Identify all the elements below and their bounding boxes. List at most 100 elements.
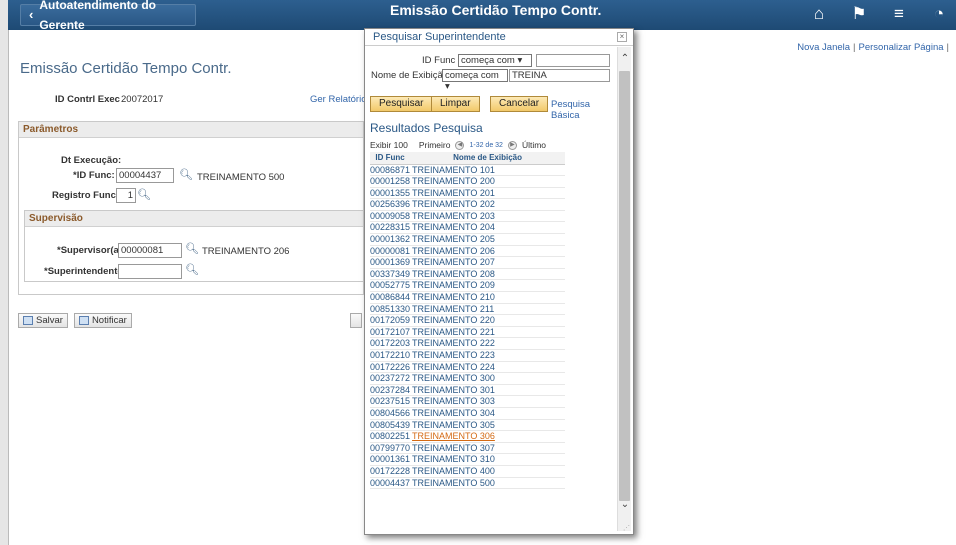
list-button[interactable] [350,313,362,328]
table-row[interactable]: 00802251 TREINAMENTO 306 [370,430,565,443]
table-row[interactable]: 00000081 TREINAMENTO 206 [370,245,565,258]
resize-grip-icon[interactable]: ⋰ [623,524,630,532]
personalize-link[interactable]: Personalizar Página [859,42,944,53]
row-name-cell[interactable]: TREINAMENTO 209 [410,279,565,293]
row-name-cell[interactable]: TREINAMENTO 305 [410,419,565,432]
row-id-cell[interactable]: 00000081 [370,245,411,258]
col-id-header[interactable]: ID Func [370,152,411,165]
table-row[interactable]: 00001258 TREINAMENTO 200 [370,175,565,188]
row-id-cell[interactable]: 00256396 [370,198,411,211]
id-func-operator-select[interactable]: começa com ▾ [458,54,532,67]
row-id-cell[interactable]: 00337349 [370,268,411,281]
row-id-cell[interactable]: 00086871 [370,164,411,177]
row-id-cell[interactable]: 00172107 [370,326,411,339]
row-name-cell[interactable]: TREINAMENTO 310 [410,453,565,466]
row-name-cell[interactable]: TREINAMENTO 307 [410,442,565,455]
table-row[interactable]: 00001369 TREINAMENTO 207 [370,256,565,269]
table-row[interactable]: 00851330 TREINAMENTO 211 [370,303,565,316]
table-row[interactable]: 00172210 TREINAMENTO 223 [370,349,565,362]
row-name-cell[interactable]: TREINAMENTO 204 [410,221,565,235]
row-id-cell[interactable]: 00802251 [370,430,411,443]
search-icon[interactable]: 🔍︎ [179,168,193,181]
row-name-cell[interactable]: TREINAMENTO 202 [410,198,565,211]
show-all-link[interactable]: Exibir 100 [370,140,408,150]
table-row[interactable]: 00799770 TREINAMENTO 307 [370,442,565,455]
row-name-cell[interactable]: TREINAMENTO 203 [410,210,565,223]
prev-icon[interactable]: ◀ [455,140,465,150]
flag-icon[interactable]: ⚑ [848,4,870,24]
scrollbar[interactable]: ⌃ ⌄ [617,47,631,531]
row-id-cell[interactable]: 00172059 [370,314,411,327]
id-func-input[interactable]: 00004437 [116,168,174,183]
table-row[interactable]: 00172226 TREINAMENTO 224 [370,361,565,374]
name-operator-select[interactable]: começa com ▾ [442,69,508,92]
table-row[interactable]: 00237272 TREINAMENTO 300 [370,372,565,385]
basic-search-link[interactable]: Pesquisa Básica [551,99,615,121]
modal-name-input[interactable]: TREINA [509,69,610,82]
first-link[interactable]: Primeiro [419,140,451,150]
search-icon[interactable]: 🔍︎ [185,263,199,276]
table-row[interactable]: 00337349 TREINAMENTO 208 [370,268,565,281]
row-id-cell[interactable]: 00009058 [370,210,411,223]
table-row[interactable]: 00004437 TREINAMENTO 500 [370,477,565,490]
table-row[interactable]: 00172228 TREINAMENTO 400 [370,465,565,478]
table-row[interactable]: 00001361 TREINAMENTO 310 [370,453,565,466]
new-window-link[interactable]: Nova Janela [797,42,850,53]
row-name-cell[interactable]: TREINAMENTO 211 [410,303,565,316]
table-row[interactable]: 00805439 TREINAMENTO 305 [370,419,565,432]
table-row[interactable]: 00086871 TREINAMENTO 101 [370,164,565,177]
clear-button[interactable]: Limpar [431,96,480,112]
row-name-cell[interactable]: TREINAMENTO 222 [410,337,565,350]
table-row[interactable]: 00172059 TREINAMENTO 220 [370,314,565,327]
table-row[interactable]: 00001362 TREINAMENTO 205 [370,233,565,246]
scroll-up-icon[interactable]: ⌃ [618,53,632,64]
row-name-cell[interactable]: TREINAMENTO 500 [410,477,565,490]
row-name-cell[interactable]: TREINAMENTO 304 [410,407,565,420]
row-id-cell[interactable]: 00052775 [370,279,411,293]
row-name-cell[interactable]: TREINAMENTO 303 [410,395,565,408]
row-id-cell[interactable]: 00001369 [370,256,411,269]
row-id-cell[interactable]: 00172226 [370,361,411,374]
row-id-cell[interactable]: 00001362 [370,233,411,246]
scroll-thumb[interactable] [619,71,630,501]
scroll-down-icon[interactable]: ⌄ [618,499,632,510]
row-id-cell[interactable]: 00804566 [370,407,411,420]
save-button[interactable]: Salvar [18,313,68,328]
row-name-cell[interactable]: TREINAMENTO 207 [410,256,565,269]
row-id-cell[interactable]: 00001361 [370,453,411,466]
table-row[interactable]: 00086844 TREINAMENTO 210 [370,291,565,304]
row-name-cell[interactable]: TREINAMENTO 101 [410,164,565,177]
row-name-cell[interactable]: TREINAMENTO 206 [410,245,565,258]
row-name-cell[interactable]: TREINAMENTO 224 [410,361,565,374]
back-button[interactable]: ‹ Autoatendimento do Gerente [20,0,196,32]
row-name-cell[interactable]: TREINAMENTO 223 [410,349,565,362]
row-name-cell[interactable]: TREINAMENTO 400 [410,465,565,478]
next-icon[interactable]: ▶ [507,140,517,150]
row-id-cell[interactable]: 00172203 [370,337,411,350]
row-name-cell[interactable]: TREINAMENTO 300 [410,372,565,385]
table-row[interactable]: 00228315 TREINAMENTO 204 [370,221,565,235]
search-button[interactable]: Pesquisar [370,96,433,112]
row-id-cell[interactable]: 00004437 [370,477,411,490]
row-id-cell[interactable]: 00851330 [370,303,411,316]
table-row[interactable]: 00172203 TREINAMENTO 222 [370,337,565,350]
table-row[interactable]: 00172107 TREINAMENTO 221 [370,326,565,339]
table-row[interactable]: 00052775 TREINAMENTO 209 [370,279,565,293]
row-name-cell[interactable]: TREINAMENTO 220 [410,314,565,327]
row-id-cell[interactable]: 00237272 [370,372,411,385]
row-id-cell[interactable]: 00228315 [370,221,411,235]
row-id-cell[interactable]: 00086844 [370,291,411,304]
search-icon[interactable]: 🔍︎ [185,242,199,255]
row-id-cell[interactable]: 00172228 [370,465,411,478]
row-id-cell[interactable]: 00001355 [370,187,411,200]
superintendente-input[interactable] [118,264,182,279]
registro-input[interactable]: 1 [116,188,136,203]
row-name-cell[interactable]: TREINAMENTO 205 [410,233,565,246]
row-id-cell[interactable]: 00172210 [370,349,411,362]
close-icon[interactable]: × [617,32,627,42]
modal-id-func-input[interactable] [536,54,610,67]
row-name-cell[interactable]: TREINAMENTO 210 [410,291,565,304]
home-icon[interactable]: ⌂ [808,4,830,24]
row-name-cell[interactable]: TREINAMENTO 301 [410,384,565,397]
row-name-cell[interactable]: TREINAMENTO 201 [410,187,565,200]
